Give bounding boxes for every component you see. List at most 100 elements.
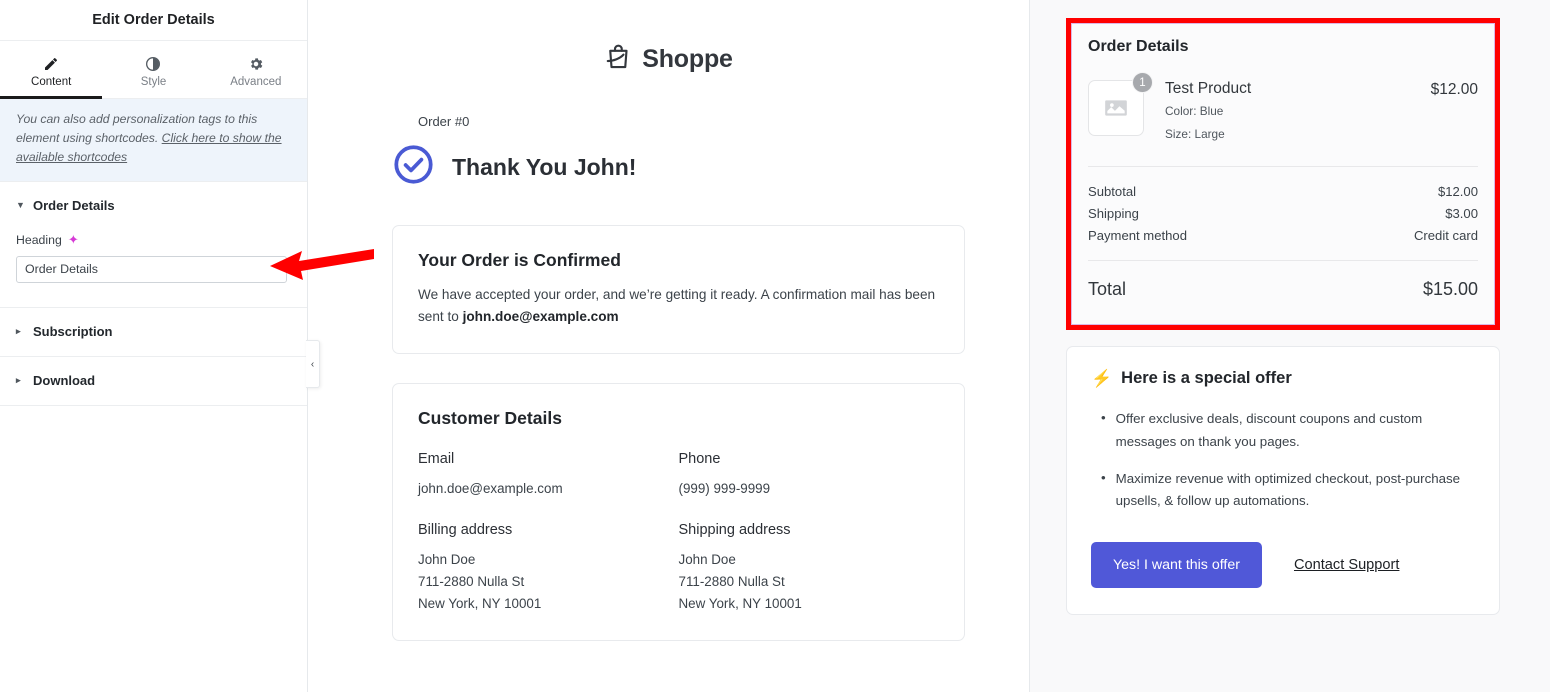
section-subscription: ▸ Subscription [0, 308, 307, 357]
product-info: Test Product Color: Blue Size: Large [1144, 80, 1431, 144]
brand-name: Shoppe [642, 45, 733, 73]
billing-block: Billing address John Doe 711-2880 Nulla … [418, 522, 679, 615]
app-root: Edit Order Details Content Style Advance… [0, 0, 1550, 692]
order-confirmed-body: We have accepted your order, and we’re g… [418, 284, 939, 328]
customer-details-title: Customer Details [418, 408, 562, 429]
sparkle-icon[interactable]: ✦ [68, 233, 79, 246]
phone-label: Phone [678, 451, 721, 468]
chevron-down-icon: ▼ [16, 200, 25, 211]
shipping-block: Shipping address John Doe 711-2880 Nulla… [679, 522, 940, 615]
section-download-header[interactable]: ▸ Download [16, 357, 291, 405]
order-details-widget[interactable]: Order Details 1 Test Product Color: Blue [1071, 23, 1495, 325]
order-number: Order #0 [418, 114, 470, 129]
product-attribute-size: Size: Large [1165, 126, 1225, 141]
thank-you-heading: Thank You John! [452, 153, 637, 180]
special-offer-title: Here is a special offer [1121, 369, 1292, 388]
gear-icon [248, 56, 264, 72]
special-offer-bullets: • Offer exclusive deals, discount coupon… [1101, 408, 1475, 513]
heading-input[interactable] [16, 255, 287, 283]
shipping-label: Shipping [1088, 205, 1139, 221]
order-confirmed-title: Your Order is Confirmed [418, 250, 621, 270]
tab-content[interactable]: Content [0, 41, 103, 99]
special-offer-title-row: ⚡ Here is a special offer [1091, 369, 1475, 389]
thank-you-row: Thank You John! [392, 143, 1029, 191]
preview-canvas: Shoppe Order #0 Thank You John! Your Ord… [308, 0, 1030, 692]
product-name: Test Product [1165, 80, 1252, 97]
tab-advanced[interactable]: Advanced [205, 41, 307, 98]
list-item: • Maximize revenue with optimized checko… [1101, 468, 1475, 514]
section-order-details: ▼ Order Details Heading ✦ [0, 182, 307, 308]
order-details-selection-outline[interactable]: Order Details 1 Test Product Color: Blue [1066, 18, 1500, 330]
order-confirmed-card: Your Order is Confirmed We have accepted… [392, 225, 965, 355]
quantity-badge: 1 [1132, 72, 1153, 93]
offer-bullet-text: Maximize revenue with optimized checkout… [1115, 470, 1461, 509]
editor-sidebar: Edit Order Details Content Style Advance… [0, 0, 320, 692]
order-totals: Subtotal $12.00 Shipping $3.00 Payment m… [1088, 167, 1478, 261]
accept-offer-button[interactable]: Yes! I want this offer [1091, 542, 1262, 589]
shopping-bag-icon [604, 42, 634, 77]
billing-label: Billing address [418, 522, 513, 539]
chevron-right-icon: ▸ [16, 375, 21, 386]
pencil-icon [43, 56, 59, 72]
email-block: Email john.doe@example.com [418, 451, 679, 500]
payment-method-value: Credit card [1413, 227, 1478, 243]
list-item: • Offer exclusive deals, discount coupon… [1101, 408, 1475, 454]
offer-bullet-text: Offer exclusive deals, discount coupons … [1115, 410, 1423, 449]
order-confirmed-email: john.doe@example.com [462, 309, 619, 325]
shipping-label: Shipping address [678, 522, 791, 539]
customer-right-column: Phone (999) 999-9999 Shipping address Jo… [679, 451, 940, 615]
product-price: $12.00 [1430, 81, 1478, 98]
tab-content-label: Content [31, 75, 72, 88]
contact-support-link[interactable]: Contact Support [1294, 557, 1399, 573]
subtotal-label: Subtotal [1088, 183, 1137, 199]
customer-details-card: Customer Details Email john.doe@example.… [392, 383, 965, 641]
phone-block: Phone (999) 999-9999 [679, 451, 940, 500]
chevron-right-icon: ▸ [16, 326, 21, 337]
sidebar-title: Edit Order Details [0, 0, 307, 41]
sidebar-collapse-handle[interactable]: ‹ [306, 340, 320, 388]
section-download-label: Download [33, 373, 96, 389]
customer-details-grid: Email john.doe@example.com Billing addre… [418, 451, 939, 615]
billing-value: John Doe 711-2880 Nulla St New York, NY … [418, 552, 542, 611]
payment-method-label: Payment method [1088, 227, 1187, 243]
special-offer-actions: Yes! I want this offer Contact Support [1091, 542, 1475, 589]
sidebar-tabs: Content Style Advanced [0, 41, 307, 99]
shipping-value: $3.00 [1445, 205, 1478, 221]
shipping-value: John Doe 711-2880 Nulla St New York, NY … [678, 552, 802, 611]
bullet-icon: • [1101, 409, 1106, 425]
section-subscription-label: Subscription [33, 324, 113, 340]
shortcodes-notice: You can also add personalization tags to… [0, 99, 307, 182]
product-thumbnail-wrap: 1 [1088, 72, 1153, 136]
section-order-details-body: Heading ✦ [16, 233, 291, 307]
section-subscription-header[interactable]: ▸ Subscription [16, 308, 291, 356]
email-value: john.doe@example.com [418, 481, 563, 497]
subtotal-value: $12.00 [1437, 183, 1478, 199]
contrast-icon [145, 56, 161, 72]
tab-style[interactable]: Style [102, 41, 204, 98]
grand-total-row: Total $15.00 [1088, 261, 1478, 308]
total-row-subtotal: Subtotal $12.00 [1088, 181, 1478, 203]
section-order-details-header[interactable]: ▼ Order Details [16, 182, 291, 230]
order-details-title: Order Details [1088, 38, 1189, 55]
special-offer-card: ⚡ Here is a special offer • Offer exclus… [1066, 345, 1500, 616]
brand-header: Shoppe [308, 0, 1029, 77]
total-row-payment-method: Payment method Credit card [1088, 225, 1478, 247]
section-order-details-label: Order Details [33, 198, 115, 214]
heading-label-text: Heading [16, 232, 62, 247]
check-circle-icon [392, 143, 435, 191]
lightning-bolt-icon: ⚡ [1091, 368, 1113, 388]
customer-left-column: Email john.doe@example.com Billing addre… [418, 451, 679, 615]
total-row-shipping: Shipping $3.00 [1088, 203, 1478, 225]
grand-total-value: $15.00 [1422, 278, 1478, 299]
heading-field-label: Heading ✦ [16, 233, 291, 247]
preview-sidebar-column: Order Details 1 Test Product Color: Blue [1030, 0, 1550, 692]
product-attribute-color: Color: Blue [1165, 104, 1224, 118]
tab-style-label: Style [140, 75, 167, 88]
email-label: Email [418, 451, 455, 468]
bullet-icon: • [1101, 469, 1106, 485]
order-line-item: 1 Test Product Color: Blue Size: Large $… [1088, 72, 1478, 167]
phone-value: (999) 999-9999 [678, 481, 771, 497]
tab-advanced-label: Advanced [230, 75, 282, 88]
grand-total-label: Total [1088, 278, 1127, 299]
section-download: ▸ Download [0, 357, 307, 406]
